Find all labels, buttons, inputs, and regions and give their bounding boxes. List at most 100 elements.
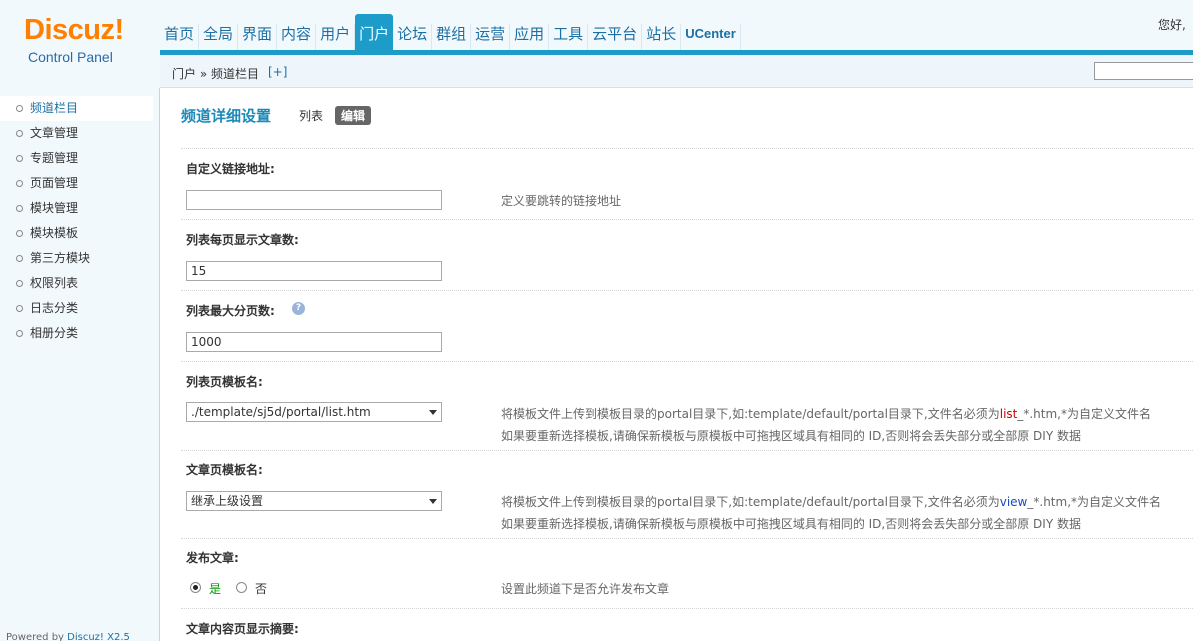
nav-global-label[interactable]: 全局 <box>199 24 239 52</box>
logo-subtitle: Control Panel <box>28 49 113 65</box>
bullet-icon <box>16 105 23 112</box>
powered-name[interactable]: Discuz! X2.5 <box>67 632 130 641</box>
article-template-label: 文章页模板名: <box>186 463 263 477</box>
sidebar-item-third-party[interactable]: 第三方模块 <box>0 246 159 271</box>
nav-tools[interactable]: 工具 <box>549 12 589 52</box>
nav-forum-label[interactable]: 论坛 <box>393 24 433 52</box>
nav-forum[interactable]: 论坛 <box>393 12 433 52</box>
nav-users[interactable]: 用户 <box>316 12 356 52</box>
question-icon[interactable]: ? <box>292 302 305 315</box>
bullet-icon <box>16 130 23 137</box>
publish-tip: 设置此频道下是否允许发布文章 <box>501 582 670 596</box>
nav-cloud-label[interactable]: 云平台 <box>588 24 643 52</box>
powered-prefix: Powered by <box>6 632 68 641</box>
divider <box>181 148 1193 149</box>
bullet-icon <box>16 205 23 212</box>
sidebar-item-permissions[interactable]: 权限列表 <box>0 271 159 296</box>
nav-interface-label[interactable]: 界面 <box>238 24 278 52</box>
list-template-warning: 如果要重新选择模板,请确保新模板与原模板中可拖拽区域具有相同的 ID,否则将会丢… <box>501 429 1081 443</box>
bullet-icon <box>16 280 23 287</box>
nav-content[interactable]: 内容 <box>277 12 317 52</box>
nav-home-label[interactable]: 首页 <box>160 24 200 52</box>
bullet-icon <box>16 330 23 337</box>
nav-apps-label[interactable]: 应用 <box>510 24 550 52</box>
nav-portal-label[interactable]: 门户 <box>355 14 394 52</box>
divider <box>181 608 1193 609</box>
divider <box>181 219 1193 220</box>
nav-ucenter[interactable]: UCenter <box>681 12 741 52</box>
sidebar-item-blog-categories[interactable]: 日志分类 <box>0 296 159 321</box>
publish-no-label[interactable]: 否 <box>255 580 267 597</box>
publish-label: 发布文章: <box>186 551 239 565</box>
add-favorite-link[interactable]: [+] <box>268 65 287 79</box>
tab-list[interactable]: 列表 <box>299 107 323 124</box>
nav-ucenter-label[interactable]: UCenter <box>681 24 741 52</box>
nav-home[interactable]: 首页 <box>160 12 200 52</box>
top-nav: 首页 全局 界面 内容 用户 门户 论坛 群组 运营 应用 工具 云平台 站长 … <box>160 12 741 52</box>
nav-operation-label[interactable]: 运营 <box>471 24 511 52</box>
main-content: 频道详细设置 列表 编辑 自定义链接地址: 定义要跳转的链接地址 列表每页显示文… <box>161 89 1193 641</box>
sidebar-item-blocks[interactable]: 模块管理 <box>0 196 159 221</box>
list-template-label: 列表页模板名: <box>186 375 263 389</box>
nav-webmaster[interactable]: 站长 <box>642 12 682 52</box>
publish-yes-label[interactable]: 是 <box>209 580 221 597</box>
nav-cloud[interactable]: 云平台 <box>588 12 643 52</box>
bullet-icon <box>16 230 23 237</box>
nav-webmaster-label[interactable]: 站长 <box>642 24 682 52</box>
article-template-tip: 将模板文件上传到模板目录的portal目录下,如:template/defaul… <box>501 493 1161 510</box>
sidebar-item-label: 日志分类 <box>30 301 79 315</box>
publish-no-radio[interactable] <box>236 582 247 593</box>
custom-url-tip: 定义要跳转的链接地址 <box>501 194 622 208</box>
search-input[interactable] <box>1094 62 1193 80</box>
nav-operation[interactable]: 运营 <box>471 12 511 52</box>
nav-apps[interactable]: 应用 <box>510 12 550 52</box>
sidebar-item-pages[interactable]: 页面管理 <box>0 171 159 196</box>
tip-text: 将模板文件上传到模板目录的portal目录下,如:template/defaul… <box>501 495 1000 509</box>
nav-global[interactable]: 全局 <box>199 12 239 52</box>
powered-by: Powered by Discuz! X2.5 <box>6 632 130 641</box>
per-page-input[interactable]: 15 <box>186 261 442 281</box>
bullet-icon <box>16 180 23 187</box>
nav-content-label[interactable]: 内容 <box>277 24 317 52</box>
dropdown-arrow-icon <box>429 410 437 415</box>
sidebar-item-channels[interactable]: 频道栏目 <box>0 96 153 121</box>
sidebar-item-label: 权限列表 <box>30 276 79 290</box>
nav-group[interactable]: 群组 <box>432 12 472 52</box>
nav-tools-label[interactable]: 工具 <box>549 24 589 52</box>
sidebar-item-label: 文章管理 <box>30 126 79 140</box>
nav-users-label[interactable]: 用户 <box>316 24 356 52</box>
tip-text-rest: _*.htm,*为自定义文件名 <box>1027 495 1162 509</box>
breadcrumb: 门户 » 频道栏目 <box>172 67 259 81</box>
sidebar-item-album-categories[interactable]: 相册分类 <box>0 321 159 346</box>
tip-text-rest: _*.htm,*为自定义文件名 <box>1017 407 1151 421</box>
logo[interactable]: Discuz! Control Panel <box>0 0 160 88</box>
sidebar-item-label: 相册分类 <box>30 326 79 340</box>
bullet-icon <box>16 305 23 312</box>
sidebar-item-articles[interactable]: 文章管理 <box>0 121 159 146</box>
nav-group-label[interactable]: 群组 <box>432 24 472 52</box>
max-pages-input[interactable]: 1000 <box>186 332 442 352</box>
tab-edit[interactable]: 编辑 <box>335 106 372 125</box>
tip-text: 将模板文件上传到模板目录的portal目录下,如:template/defaul… <box>501 407 1000 421</box>
sidebar: 频道栏目 文章管理 专题管理 页面管理 模块管理 模块模板 第三方模块 权限列表… <box>0 88 160 641</box>
sidebar-item-block-templates[interactable]: 模块模板 <box>0 221 159 246</box>
sidebar-item-topics[interactable]: 专题管理 <box>0 146 159 171</box>
sidebar-item-label: 专题管理 <box>30 151 79 165</box>
list-template-select[interactable]: ./template/sj5d/portal/list.htm <box>186 402 442 422</box>
publish-yes-radio[interactable] <box>190 582 201 593</box>
article-template-select[interactable]: 继承上级设置 <box>186 491 442 511</box>
bullet-icon <box>16 155 23 162</box>
page-title: 频道详细设置 <box>181 107 272 125</box>
custom-url-input[interactable] <box>186 190 442 210</box>
sidebar-item-label: 模块管理 <box>30 201 79 215</box>
divider <box>181 450 1193 451</box>
logo-brand: Discuz! <box>24 14 124 46</box>
article-template-warning: 如果要重新选择模板,请确保新模板与原模板中可拖拽区域具有相同的 ID,否则将会丢… <box>501 517 1081 531</box>
sidebar-item-label: 页面管理 <box>30 176 79 190</box>
sidebar-item-label: 频道栏目 <box>30 101 79 115</box>
nav-portal[interactable]: 门户 <box>355 12 394 52</box>
per-page-label: 列表每页显示文章数: <box>186 233 299 247</box>
nav-interface[interactable]: 界面 <box>238 12 278 52</box>
list-template-tip: 将模板文件上传到模板目录的portal目录下,如:template/defaul… <box>501 405 1151 422</box>
divider <box>181 290 1193 291</box>
